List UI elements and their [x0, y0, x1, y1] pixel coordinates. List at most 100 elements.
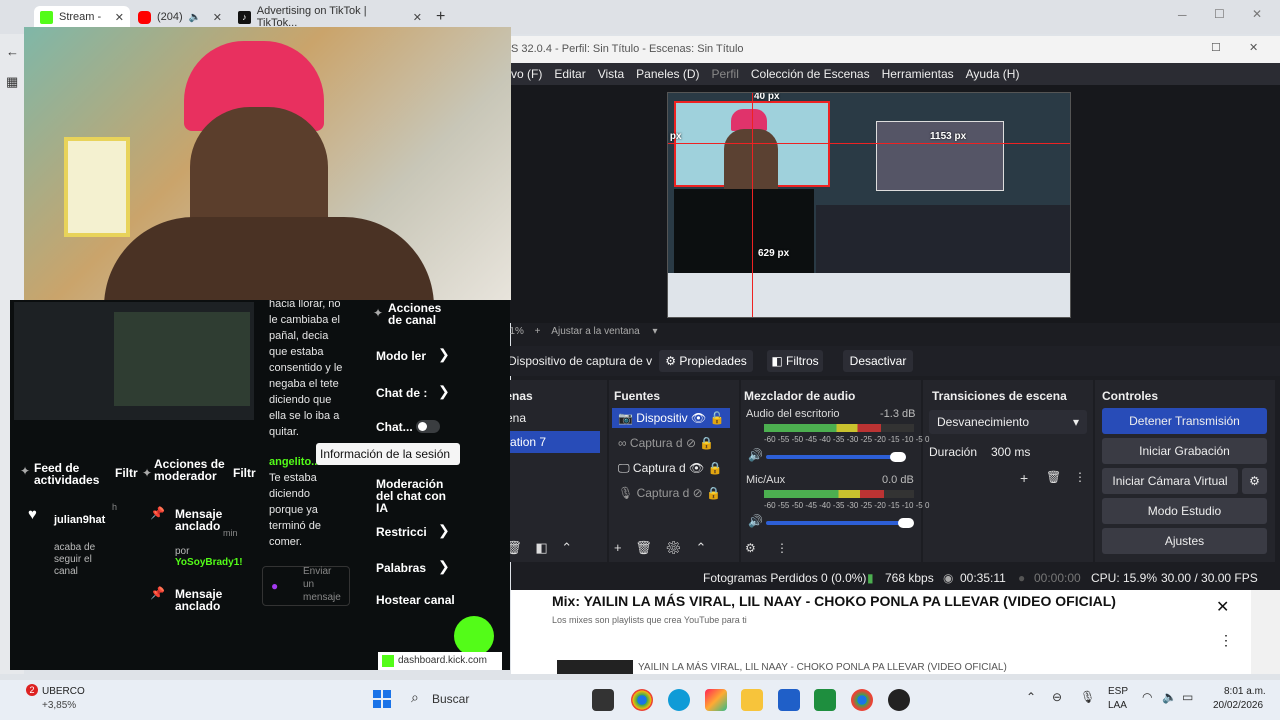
add-icon[interactable]: + [614, 540, 622, 555]
filter-icon[interactable]: ◧ [535, 540, 547, 555]
gear-icon[interactable]: ⚙ [665, 540, 682, 555]
url-bar[interactable]: dashboard.kick.com [378, 652, 502, 670]
tab-youtube[interactable]: (204) 🔈 ✕ [132, 6, 228, 28]
start-virtual-camera-button[interactable]: Iniciar Cámara Virtual [1102, 468, 1238, 494]
volume-slider[interactable] [766, 521, 906, 525]
zoom-in-icon[interactable]: + [535, 326, 541, 337]
menu-ai-moderation[interactable]: Moderación del chat con IA [376, 478, 456, 514]
wifi-icon[interactable]: ◠ [1142, 690, 1152, 704]
lock-icon[interactable]: 🔒 [706, 486, 721, 500]
obs-close-icon[interactable]: ✕ [1249, 41, 1258, 54]
tab-tiktok[interactable]: ♪ Advertising on TikTok | TikTok... ✕ [232, 5, 428, 29]
virtual-camera-settings-button[interactable]: ⚙ [1242, 468, 1267, 494]
close-icon[interactable]: ✕ [413, 11, 422, 24]
battery-icon[interactable]: ▭ [1182, 690, 1193, 704]
obs-icon[interactable] [888, 689, 910, 711]
source-item[interactable]: 🖵 Captura d 👁 🔒 [612, 458, 730, 478]
volume-slider-handle[interactable] [898, 518, 914, 528]
trash-icon[interactable]: 🗑 [1046, 470, 1061, 484]
next-video-title[interactable]: YAILIN LA MÁS VIRAL, LIL NAAY - CHOKO PO… [638, 662, 1007, 673]
edge-icon[interactable] [668, 689, 690, 711]
lock-icon[interactable]: 🔒 [699, 436, 714, 450]
menu-profile[interactable]: Perfil [712, 63, 739, 85]
lock-icon[interactable]: 🔒 [708, 461, 723, 475]
menu-view[interactable]: Vista [598, 63, 624, 85]
eye-hidden-icon[interactable]: ⊘ [693, 486, 703, 500]
studio-mode-button[interactable]: Modo Estudio [1102, 498, 1267, 524]
menu-file[interactable]: vo (F) [511, 63, 542, 85]
feed-filter-button[interactable]: Filtr [115, 466, 138, 480]
clock-time[interactable]: 8:01 a.m. [1224, 686, 1266, 697]
close-icon[interactable]: ✕ [115, 11, 124, 24]
speaker-icon[interactable]: 🔈 [189, 12, 201, 23]
volume-slider-handle[interactable] [890, 452, 906, 462]
eye-icon[interactable]: 👁 [689, 461, 704, 475]
apps-icon[interactable]: ▦ [6, 74, 18, 90]
clock-date[interactable]: 20/02/2026 [1213, 700, 1263, 711]
task-view-icon[interactable] [592, 689, 614, 711]
more-icon[interactable]: ⋮ [1219, 632, 1233, 649]
volume-icon[interactable]: 🔈 [1162, 690, 1177, 704]
menu-read-mode[interactable]: Modo ler [376, 350, 426, 362]
menu-scene-collection[interactable]: Colección de Escenas [751, 63, 870, 85]
deactivate-button[interactable]: Desactivar [843, 350, 913, 372]
obs-preview-canvas[interactable]: 40 px 36 px 1153 px 629 px [667, 92, 1071, 318]
start-recording-button[interactable]: Iniciar Grabación [1102, 438, 1267, 464]
mix-title[interactable]: Mix: YAILIN LA MÁS VIRAL, LIL NAAY - CHO… [552, 593, 1116, 609]
copilot-icon[interactable] [705, 689, 727, 711]
duration-input[interactable]: 300 ms [986, 440, 1086, 464]
menu-docks[interactable]: Paneles (D) [636, 63, 699, 85]
ticker-name[interactable]: UBERCO [42, 686, 85, 697]
keyboard-layout[interactable]: LAA [1108, 700, 1127, 711]
menu-edit[interactable]: Editar [554, 63, 585, 85]
scrollbar[interactable] [1251, 590, 1280, 674]
close-icon[interactable]: ✕ [1216, 597, 1229, 617]
back-icon[interactable]: ← [6, 44, 19, 59]
folder-icon[interactable] [741, 689, 763, 711]
store-icon[interactable] [778, 689, 800, 711]
eye-icon[interactable]: 👁 [691, 411, 706, 425]
chat-username[interactable]: angelito... [269, 454, 320, 470]
chat-toggle[interactable] [416, 420, 440, 433]
source-item[interactable]: 🎙 Captura d ⊘ 🔒 [612, 483, 730, 503]
volume-slider[interactable] [766, 455, 906, 459]
tab-stream[interactable]: Stream - ✕ [34, 6, 130, 28]
menu-host-channel[interactable]: Hostear canal [376, 594, 455, 606]
add-icon[interactable]: + [1020, 470, 1028, 486]
menu-chat-mode[interactable]: Chat de : [376, 387, 427, 399]
chrome-profile-icon[interactable] [851, 689, 873, 711]
minimize-icon[interactable]: ─ [1178, 8, 1187, 22]
properties-button[interactable]: ⚙ Propiedades [659, 350, 753, 372]
video-thumbnail[interactable] [557, 660, 633, 674]
chevron-down-icon[interactable]: ▾ [652, 326, 657, 337]
unlock-icon[interactable]: 🔓 [710, 411, 725, 425]
mod-username[interactable]: YoSoyBrady1! [175, 557, 243, 568]
more-icon[interactable]: ⋮ [776, 541, 788, 555]
stop-stream-button[interactable]: Detener Transmisión [1102, 408, 1267, 434]
more-icon[interactable]: ⋮ [1074, 470, 1086, 484]
speaker-icon[interactable]: 🔊 [748, 514, 763, 528]
close-icon[interactable]: ✕ [213, 11, 222, 24]
mod-filter-button[interactable]: Filtr [233, 466, 256, 480]
gear-icon[interactable]: ⚙ [745, 541, 756, 555]
eye-hidden-icon[interactable]: ⊘ [686, 436, 696, 450]
kick-fab-button[interactable] [454, 616, 494, 656]
trash-icon[interactable]: 🗑 [635, 540, 652, 555]
new-tab-button[interactable]: + [430, 6, 452, 28]
obs-maximize-icon[interactable]: ☐ [1211, 41, 1221, 54]
notepad-icon[interactable] [814, 689, 836, 711]
menu-tools[interactable]: Herramientas [882, 63, 954, 85]
mic-icon[interactable]: 🎙 [1080, 690, 1095, 704]
menu-words[interactable]: Palabras [376, 562, 426, 574]
windows-start-icon[interactable] [373, 690, 391, 708]
speaker-icon[interactable]: 🔊 [748, 448, 763, 462]
network-icon[interactable]: ⊖ [1052, 690, 1062, 704]
move-up-icon[interactable]: ⌃ [696, 540, 707, 555]
close-window-icon[interactable]: ✕ [1252, 7, 1262, 21]
move-up-icon[interactable]: ⌃ [561, 540, 572, 555]
zoom-fit-dropdown[interactable]: Ajustar a la ventana [551, 326, 639, 337]
menu-restrictions[interactable]: Restricci [376, 526, 427, 538]
settings-button[interactable]: Ajustes [1102, 528, 1267, 554]
taskbar-search[interactable]: Buscar [432, 692, 469, 706]
source-item[interactable]: ∞ Captura d ⊘ 🔒 [612, 433, 730, 453]
